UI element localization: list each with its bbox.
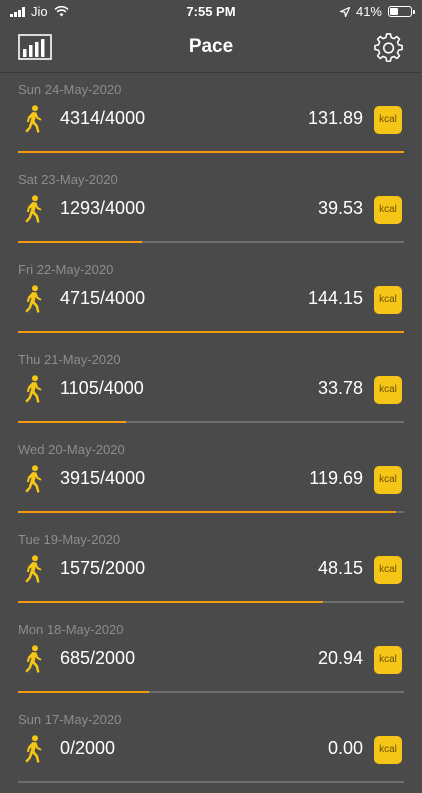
calories-value: 144.15 <box>307 288 363 308</box>
progress-fill <box>18 241 142 243</box>
battery-percent: 41% <box>355 4 382 19</box>
kcal-badge: kcal <box>374 646 402 674</box>
progress-track <box>18 331 404 333</box>
kcal-badge: kcal <box>374 466 402 494</box>
kcal-badge: kcal <box>374 556 402 584</box>
progress-track <box>18 151 404 153</box>
walking-person-icon <box>22 465 46 493</box>
day-date: Wed 20-May-2020 <box>18 442 125 457</box>
day-row[interactable]: Thu 21-May-2020 1105/4000 33.78 kcal <box>0 343 422 433</box>
calories-value: 48.15 <box>317 558 363 578</box>
day-date: Sun 24-May-2020 <box>18 82 122 97</box>
walking-person-icon <box>22 105 46 133</box>
progress-track <box>18 421 404 423</box>
progress-track <box>18 781 404 783</box>
progress-track <box>18 241 404 243</box>
progress-track <box>18 601 404 603</box>
steps-count: 4314/4000 <box>60 108 146 128</box>
kcal-badge: kcal <box>374 196 402 224</box>
progress-fill <box>18 331 404 333</box>
walking-person-icon <box>22 735 46 763</box>
kcal-badge: kcal <box>374 736 402 764</box>
calories-value: 20.94 <box>317 648 363 668</box>
day-row[interactable]: Sat 23-May-2020 1293/4000 39.53 kcal <box>0 163 422 253</box>
steps-count: 0/2000 <box>60 738 116 758</box>
steps-count: 3915/4000 <box>60 468 146 488</box>
calories-value: 0.00 <box>327 738 363 758</box>
day-row[interactable]: Sun 24-May-2020 4314/4000 131.89 kcal <box>0 73 422 163</box>
day-date: Sun 17-May-2020 <box>18 712 122 727</box>
steps-count: 1293/4000 <box>60 198 146 218</box>
progress-track <box>18 511 404 513</box>
battery-icon <box>388 6 415 17</box>
progress-track <box>18 691 404 693</box>
day-row[interactable]: Fri 22-May-2020 4715/4000 144.15 kcal <box>0 253 422 343</box>
walking-person-icon <box>22 285 46 313</box>
walking-person-icon <box>22 645 46 673</box>
kcal-badge: kcal <box>374 286 402 314</box>
day-row[interactable]: Tue 19-May-2020 1575/2000 48.15 kcal <box>0 523 422 613</box>
progress-fill <box>18 511 397 513</box>
steps-count: 1575/2000 <box>60 558 146 578</box>
kcal-badge: kcal <box>374 376 402 404</box>
day-date: Tue 19-May-2020 <box>18 532 121 547</box>
calories-value: 131.89 <box>307 108 363 128</box>
steps-count: 1105/4000 <box>60 378 144 398</box>
day-row[interactable]: Wed 20-May-2020 3915/4000 119.69 kcal <box>0 433 422 523</box>
status-right: 41% <box>339 4 415 19</box>
steps-count: 4715/4000 <box>60 288 146 308</box>
status-bar: Jio 7:55 PM 41% <box>0 0 422 24</box>
steps-count: 685/2000 <box>60 648 136 668</box>
day-date: Sat 23-May-2020 <box>18 172 118 187</box>
page-title: Pace <box>188 36 234 57</box>
calories-value: 33.78 <box>317 378 363 398</box>
day-date: Fri 22-May-2020 <box>18 262 114 277</box>
walking-person-icon <box>22 375 46 403</box>
location-arrow-icon <box>339 6 350 17</box>
progress-fill <box>18 421 127 423</box>
day-list: Sun 24-May-2020 4314/4000 131.89 kcal Sat 23… <box>0 73 422 793</box>
day-date: Mon 18-May-2020 <box>18 622 124 637</box>
day-date: Thu 21-May-2020 <box>18 352 121 367</box>
nav-bar: Pace <box>0 24 422 73</box>
walking-person-icon <box>22 195 46 223</box>
walking-person-icon <box>22 555 46 583</box>
day-row[interactable]: Sun 17-May-2020 0/2000 0.00 kcal <box>0 703 422 793</box>
progress-fill <box>18 151 404 153</box>
progress-fill <box>18 601 323 603</box>
calories-value: 119.69 <box>309 468 363 488</box>
day-row[interactable]: Mon 18-May-2020 685/2000 20.94 kcal <box>0 613 422 703</box>
kcal-badge: kcal <box>374 106 402 134</box>
calories-value: 39.53 <box>317 198 363 218</box>
gear-icon[interactable] <box>374 33 404 63</box>
progress-fill <box>18 691 150 693</box>
